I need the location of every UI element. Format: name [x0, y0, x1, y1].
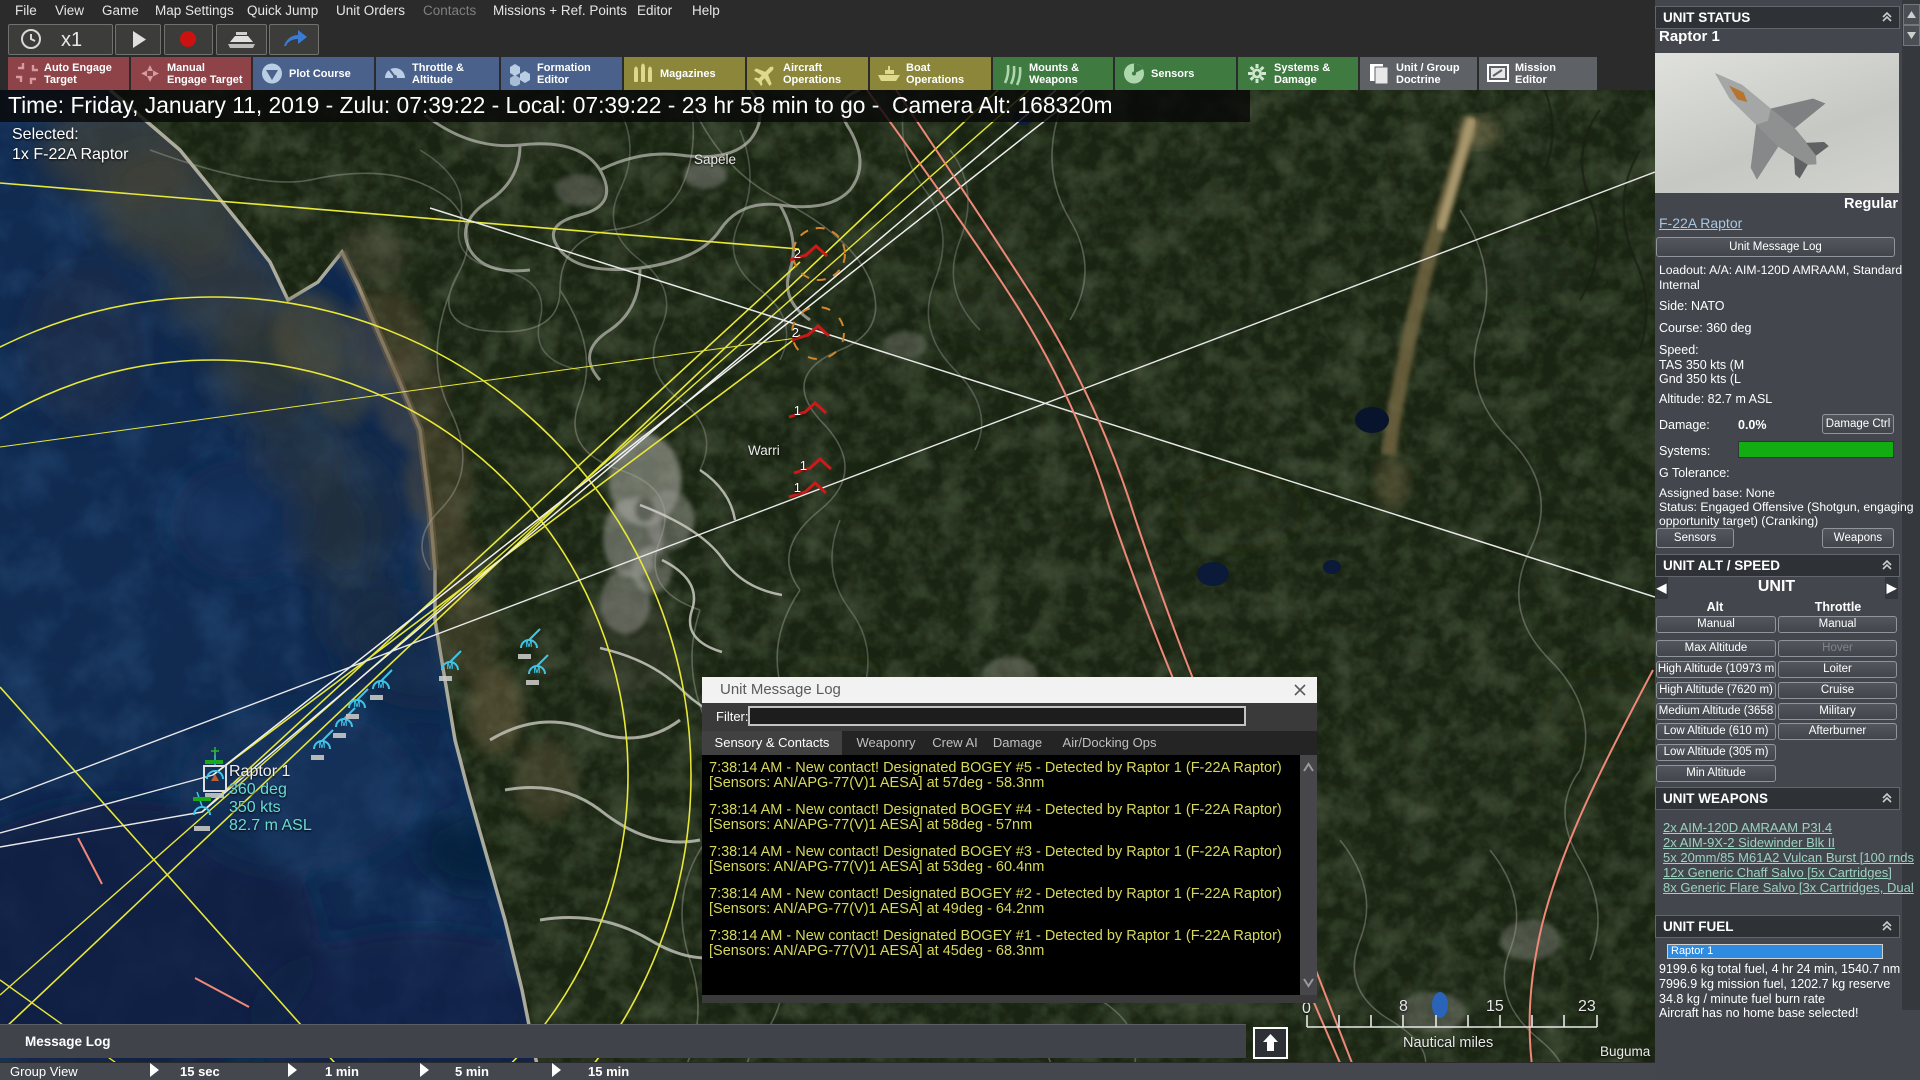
svg-text:x1: x1 [61, 29, 82, 51]
svg-text:M: M [319, 741, 326, 750]
svg-text:82.7 m ASL: 82.7 m ASL [229, 817, 312, 834]
svg-text:Warri: Warri [748, 443, 780, 458]
svg-text:Sapele: Sapele [694, 152, 736, 167]
svg-text:M: M [354, 700, 361, 709]
svg-text:Raptor 1: Raptor 1 [229, 763, 290, 780]
svg-text:360 deg: 360 deg [229, 781, 287, 798]
svg-text:M: M [447, 662, 454, 671]
svg-text:1: 1 [794, 403, 801, 418]
svg-text:350 kts: 350 kts [229, 799, 281, 816]
svg-text:2: 2 [792, 325, 799, 340]
svg-text:M: M [534, 666, 541, 675]
svg-text:1: 1 [800, 458, 807, 473]
svg-text:8: 8 [1399, 998, 1408, 1015]
svg-text:15: 15 [1486, 998, 1504, 1015]
svg-text:Buguma: Buguma [1600, 1044, 1651, 1059]
svg-text:Nautical miles: Nautical miles [1403, 1035, 1493, 1051]
svg-text:23: 23 [1578, 998, 1596, 1015]
svg-text:M: M [526, 640, 533, 649]
svg-text:2: 2 [794, 246, 801, 261]
svg-text:M: M [341, 719, 348, 728]
svg-text:1: 1 [794, 480, 801, 495]
svg-text:M: M [378, 681, 385, 690]
